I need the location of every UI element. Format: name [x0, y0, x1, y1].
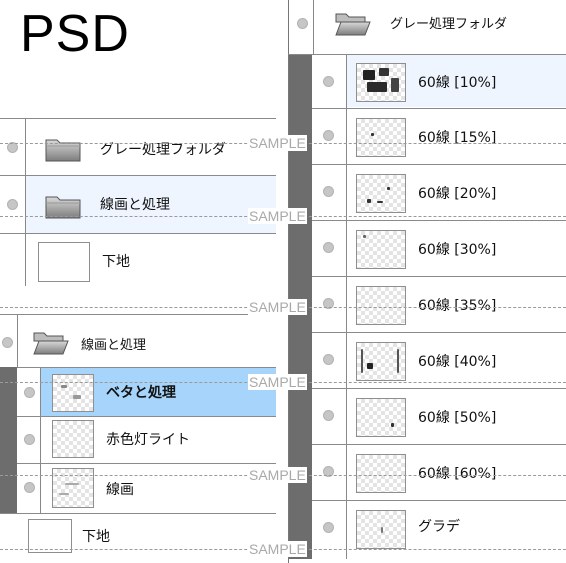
- watermark: SAMPLE: [248, 541, 307, 557]
- layer-thumbnail: [356, 230, 406, 269]
- folder-open-icon: [33, 332, 69, 355]
- layer-label: 60線 [15%]: [418, 130, 497, 146]
- folder-icon: [45, 139, 81, 162]
- layer-thumbnail: [52, 374, 94, 412]
- row-divider: [312, 332, 566, 333]
- visibility-column-divider: [17, 315, 18, 367]
- visibility-eye-icon[interactable]: [323, 76, 334, 87]
- layer-thumbnail: [356, 118, 406, 157]
- layer-label: 60線 [35%]: [418, 298, 497, 314]
- layer-label: 60線 [40%]: [418, 354, 497, 370]
- visibility-eye-icon[interactable]: [24, 387, 35, 398]
- watermark: SAMPLE: [248, 208, 307, 224]
- visibility-eye-icon[interactable]: [323, 522, 334, 533]
- layer-thumbnail: [52, 420, 94, 458]
- visibility-eye-icon[interactable]: [7, 199, 18, 210]
- layer-thumbnail: [356, 398, 406, 437]
- visibility-eye-icon[interactable]: [297, 18, 308, 29]
- layer-label: 60線 [10%]: [418, 75, 497, 91]
- watermark: SAMPLE: [248, 467, 307, 483]
- row-divider: [312, 276, 566, 277]
- layer-label: 下地: [82, 529, 110, 545]
- layer-row-gray-folder[interactable]: グレー処理フォルダ: [0, 119, 276, 175]
- layer-thumbnail: [52, 468, 94, 508]
- layer-label: 60線 [30%]: [418, 242, 497, 258]
- layer-label: 60線 [60%]: [418, 466, 497, 482]
- visibility-column-divider: [40, 368, 41, 513]
- row-divider: [312, 108, 566, 109]
- layer-label: 線画と処理: [100, 197, 170, 213]
- layer-thumbnail: [356, 286, 406, 325]
- row-divider: [17, 463, 276, 464]
- layer-label: 線画: [106, 482, 134, 498]
- blank-thumbnail: [38, 242, 90, 282]
- visibility-eye-icon[interactable]: [24, 434, 35, 445]
- layer-thumbnail: [356, 342, 406, 381]
- visibility-eye-icon[interactable]: [2, 337, 13, 348]
- layer-thumbnail: [356, 174, 406, 213]
- row-divider: [312, 220, 566, 221]
- visibility-eye-icon[interactable]: [323, 410, 334, 421]
- blank-thumbnail: [28, 519, 72, 553]
- row-divider: [0, 233, 276, 234]
- watermark: SAMPLE: [248, 299, 307, 315]
- row-divider: [312, 388, 566, 389]
- layer-row-lineart-folder-open[interactable]: 線画と処理: [0, 315, 276, 367]
- visibility-eye-icon[interactable]: [323, 130, 334, 141]
- visibility-column-divider: [313, 0, 314, 54]
- layer-thumbnail: [356, 454, 406, 493]
- layer-label: 線画と処理: [81, 338, 147, 353]
- layer-thumbnail: [356, 63, 406, 102]
- watermark: SAMPLE: [248, 135, 307, 151]
- visibility-eye-icon[interactable]: [323, 354, 334, 365]
- layer-label: グラデ: [418, 519, 460, 535]
- layer-label: 下地: [102, 254, 130, 270]
- row-divider: [312, 164, 566, 165]
- folder-open-icon: [335, 13, 371, 36]
- layers-panel-expanded-lineart: 線画と処理 ベタと処理 赤色灯ライト 線画 下地: [0, 314, 276, 563]
- row-divider: [17, 416, 276, 417]
- visibility-eye-icon[interactable]: [323, 242, 334, 253]
- row-divider: [312, 444, 566, 445]
- layer-label: 60線 [50%]: [418, 410, 497, 426]
- layer-label: グレー処理フォルダ: [100, 142, 226, 158]
- layer-label: グレー処理フォルダ: [390, 17, 508, 32]
- layer-label: 赤色灯ライト: [106, 432, 190, 448]
- row-divider: [312, 500, 566, 501]
- layer-thumbnail: [356, 510, 406, 549]
- layer-row-gray-folder-open[interactable]: グレー処理フォルダ: [289, 0, 566, 54]
- group-indent-bar: [0, 367, 17, 513]
- layers-panel-gray-folder: グレー処理フォルダ 60線 [10%] 60線 [15%] 60線 [20%] …: [288, 0, 566, 563]
- layer-label: 60線 [20%]: [418, 186, 497, 202]
- row-divider: [0, 513, 276, 514]
- visibility-eye-icon[interactable]: [323, 186, 334, 197]
- layer-label: ベタと処理: [106, 385, 176, 401]
- page-title: PSD: [20, 5, 130, 63]
- watermark: SAMPLE: [248, 374, 307, 390]
- visibility-eye-icon[interactable]: [24, 482, 35, 493]
